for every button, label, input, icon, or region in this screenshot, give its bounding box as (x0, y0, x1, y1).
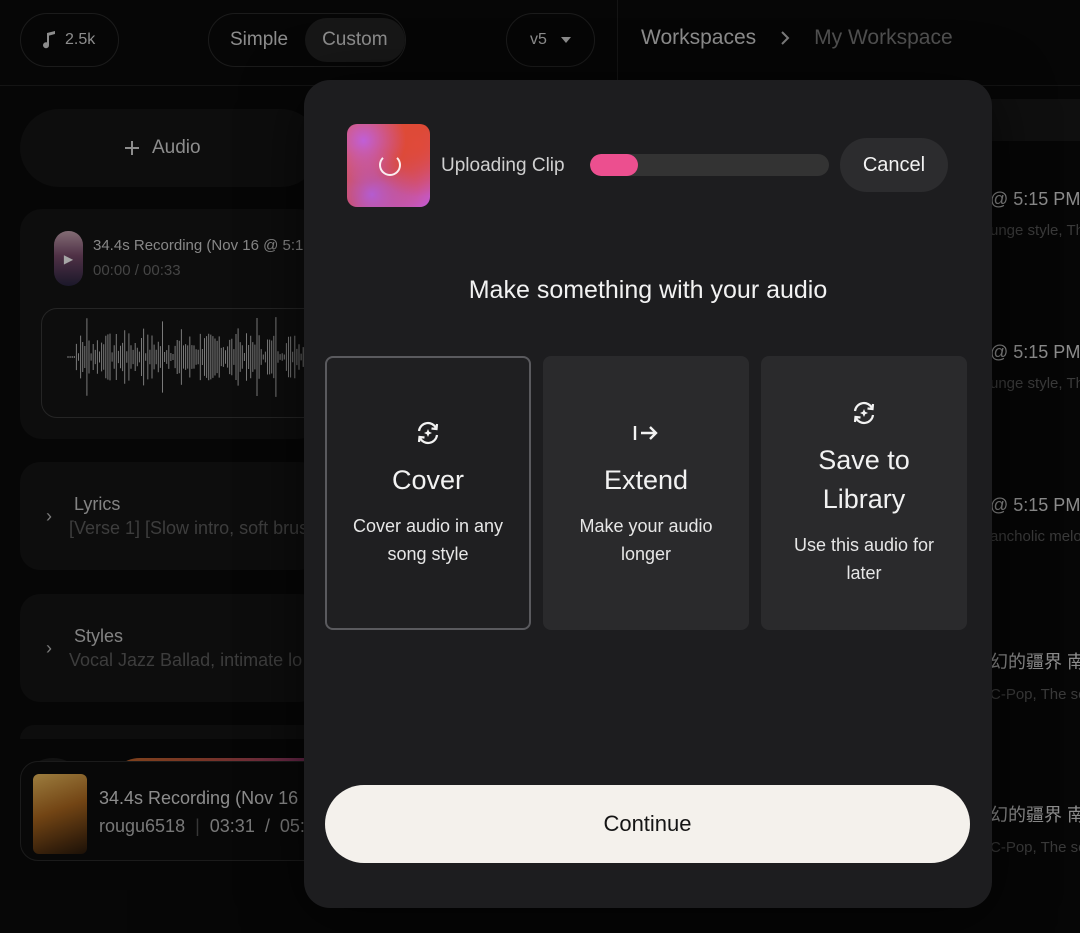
cover-refresh-icon (414, 419, 442, 447)
continue-button[interactable]: Continue (325, 785, 970, 863)
library-refresh-icon (850, 399, 878, 427)
option-save-to-library[interactable]: Save to Library Use this audio for later (761, 356, 967, 630)
option-title: Extend (603, 464, 689, 495)
upload-clip-thumbnail (347, 124, 430, 207)
extend-arrow-icon (632, 419, 660, 447)
modal-heading: Make something with your audio (468, 276, 828, 304)
upload-status-label: Uploading Clip (441, 155, 565, 176)
audio-action-modal: Uploading Clip Cancel Make something wit… (304, 80, 992, 908)
loading-spinner-icon (379, 154, 401, 176)
option-description: Make your audio longer (579, 515, 713, 564)
upload-progress-fill (590, 154, 638, 176)
upload-progress-bar (590, 154, 829, 176)
option-title: Cover (391, 464, 465, 495)
option-extend[interactable]: Extend Make your audio longer (543, 356, 749, 630)
option-cover[interactable]: Cover Cover audio in any song style (325, 356, 531, 630)
cancel-upload-button[interactable]: Cancel (840, 138, 948, 192)
option-description: Use this audio for later (793, 535, 935, 583)
option-title: Save to Library (818, 445, 910, 514)
option-description: Cover audio in any song style (352, 515, 504, 564)
